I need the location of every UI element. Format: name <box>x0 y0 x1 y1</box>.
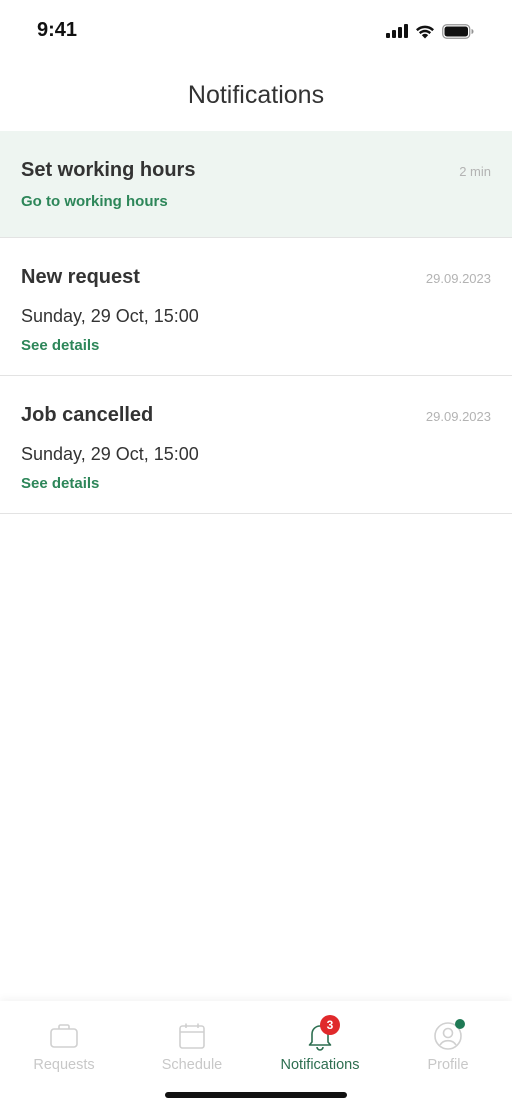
go-to-working-hours-link[interactable]: Go to working hours <box>21 193 168 210</box>
user-icon <box>433 1019 465 1051</box>
tab-label: Schedule <box>161 1057 223 1073</box>
battery-icon <box>442 23 474 39</box>
wifi-icon <box>416 25 434 38</box>
status-time: 9:41 <box>37 19 78 41</box>
page-title: Notifications <box>187 81 325 109</box>
status-bar: 9:41 <box>0 0 512 60</box>
notification-title: Job cancelled <box>21 404 154 426</box>
bell-icon: 3 <box>305 1015 340 1051</box>
see-details-link[interactable]: See details <box>21 337 99 354</box>
notification-list: Set working hours 2 min Go to working ho… <box>0 131 512 514</box>
tab-profile[interactable]: Profile <box>384 1001 512 1081</box>
tab-label: Requests <box>33 1057 95 1073</box>
tab-schedule[interactable]: Schedule <box>128 1001 256 1081</box>
home-indicator <box>165 1092 347 1098</box>
notification-title: New request <box>21 266 140 288</box>
notification-item-new-request[interactable]: New request 29.09.2023 Sunday, 29 Oct, 1… <box>0 238 512 376</box>
notification-item-working-hours[interactable]: Set working hours 2 min Go to working ho… <box>0 131 512 238</box>
notifications-screen: 9:41 Notifications Set working hours 2 m… <box>0 0 512 1109</box>
notification-datetime: Sunday, 29 Oct, 15:00 <box>21 306 199 326</box>
notification-time: 29.09.2023 <box>425 409 491 424</box>
status-icons <box>386 22 474 40</box>
notification-count-badge: 3 <box>320 1015 340 1035</box>
tab-label: Notifications <box>280 1057 360 1073</box>
cellular-signal-icon <box>386 24 408 38</box>
tab-label: Profile <box>427 1057 469 1073</box>
tab-requests[interactable]: Requests <box>0 1001 128 1081</box>
calendar-icon <box>177 1021 207 1051</box>
notification-title: Set working hours <box>21 159 196 181</box>
see-details-link[interactable]: See details <box>21 475 99 492</box>
notification-time: 29.09.2023 <box>425 271 491 286</box>
header: Notifications <box>0 60 512 131</box>
notification-item-job-cancelled[interactable]: Job cancelled 29.09.2023 Sunday, 29 Oct,… <box>0 376 512 514</box>
notification-datetime: Sunday, 29 Oct, 15:00 <box>21 444 199 464</box>
presence-dot <box>455 1019 465 1029</box>
briefcase-icon <box>49 1021 79 1051</box>
notification-time: 2 min <box>459 164 491 179</box>
tab-notifications[interactable]: 3 Notifications <box>256 1001 384 1081</box>
